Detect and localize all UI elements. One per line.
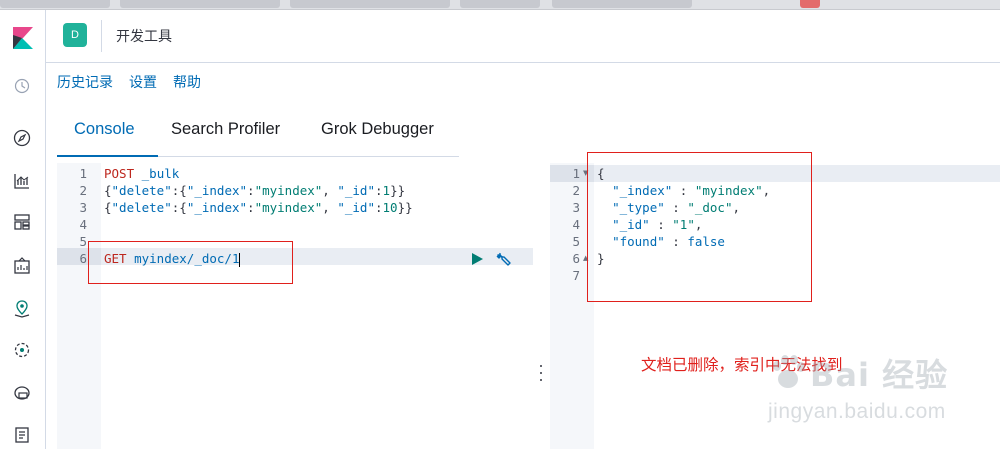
line-number: 3 bbox=[79, 200, 87, 215]
discover-compass-icon[interactable] bbox=[12, 128, 32, 148]
browser-tab-strip bbox=[0, 0, 1000, 10]
settings-link[interactable]: 设置 bbox=[129, 72, 157, 92]
browser-tab[interactable] bbox=[460, 0, 540, 8]
play-icon[interactable] bbox=[469, 251, 485, 267]
logs-icon[interactable] bbox=[12, 425, 32, 445]
watermark-brand: Bai 经验 bbox=[810, 356, 949, 394]
active-tab-indicator bbox=[57, 155, 158, 157]
browser-tab[interactable] bbox=[120, 0, 280, 8]
wrench-icon[interactable] bbox=[495, 250, 513, 268]
line-number: 5 bbox=[79, 234, 87, 249]
canvas-icon[interactable] bbox=[12, 256, 32, 276]
panel-resize-handle[interactable] bbox=[536, 365, 546, 381]
browser-tab[interactable] bbox=[0, 0, 110, 8]
header-divider bbox=[101, 20, 102, 52]
browser-tab[interactable] bbox=[800, 0, 820, 8]
console-top-links: 历史记录 设置 帮助 bbox=[57, 72, 201, 92]
dev-tools-tabs: Console Search Profiler Grok Debugger bbox=[57, 112, 459, 157]
help-link[interactable]: 帮助 bbox=[173, 72, 201, 92]
page-title: 开发工具 bbox=[116, 29, 172, 45]
http-method: POST bbox=[104, 166, 135, 181]
dashboard-icon[interactable] bbox=[12, 212, 32, 232]
recent-clock-icon[interactable] bbox=[12, 76, 32, 96]
line-number: 3 bbox=[572, 200, 580, 215]
line-number: 6 bbox=[79, 251, 87, 266]
kibana-logo-icon[interactable] bbox=[11, 27, 33, 49]
space-avatar[interactable]: D bbox=[63, 23, 87, 47]
line-number: 1 bbox=[79, 166, 87, 181]
code-line: {"delete":{"_index":"myindex", "_id":10}… bbox=[104, 200, 413, 215]
line-number: 6 bbox=[572, 251, 580, 266]
ml-icon[interactable] bbox=[12, 340, 32, 360]
request-editor[interactable]: 1 2 3 4 5 6 POST _bulk {"delete":{"_inde… bbox=[57, 163, 533, 449]
history-link[interactable]: 历史记录 bbox=[57, 72, 113, 92]
tab-search-profiler[interactable]: Search Profiler bbox=[171, 120, 280, 139]
line-number: 4 bbox=[572, 217, 580, 232]
maps-icon[interactable] bbox=[12, 299, 32, 319]
line-number: 1 bbox=[572, 166, 580, 181]
tab-console[interactable]: Console bbox=[74, 120, 135, 139]
watermark-url: jingyan.baidu.com bbox=[768, 400, 946, 423]
browser-tab[interactable] bbox=[552, 0, 692, 8]
app-header: D 开发工具 bbox=[46, 10, 1000, 63]
side-nav-rail bbox=[0, 10, 46, 449]
line-number: 2 bbox=[79, 183, 87, 198]
request-path: _bulk bbox=[141, 166, 180, 181]
tab-grok-debugger[interactable]: Grok Debugger bbox=[321, 120, 434, 139]
line-number: 4 bbox=[79, 217, 87, 232]
code-line: {"delete":{"_index":"myindex", "_id":1}} bbox=[104, 183, 406, 198]
browser-tab[interactable] bbox=[290, 0, 450, 8]
line-number: 5 bbox=[572, 234, 580, 249]
infra-icon[interactable] bbox=[12, 383, 32, 403]
baidu-paw-logo-icon bbox=[773, 355, 805, 388]
line-number: 2 bbox=[572, 183, 580, 198]
annotation-box-request bbox=[88, 241, 293, 284]
watermark: Bai 经验 jingyan.baidu.com bbox=[768, 348, 998, 444]
line-number: 7 bbox=[572, 268, 580, 283]
visualize-chart-icon[interactable] bbox=[12, 171, 32, 191]
code-line: POST _bulk bbox=[104, 165, 179, 182]
annotation-box-response bbox=[587, 152, 812, 302]
